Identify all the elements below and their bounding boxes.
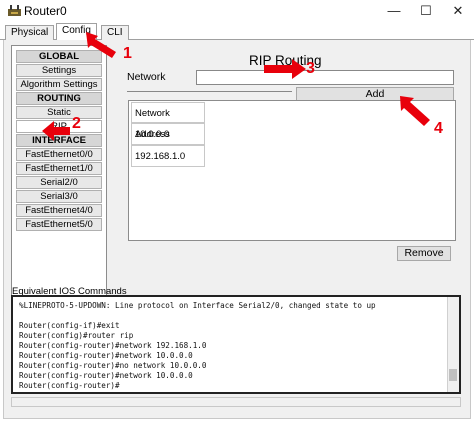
console-scroll-thumb[interactable] — [449, 369, 457, 381]
console-line: Router(config)#router rip — [19, 331, 134, 340]
close-button[interactable]: ✕ — [442, 0, 474, 22]
tab-physical[interactable]: Physical — [5, 25, 55, 40]
step-1-number: 1 — [123, 45, 132, 62]
console-line: %LINEPROTO-5-UPDOWN: Line protocol on In… — [19, 301, 376, 310]
sidebar-item-fastethernet1-0[interactable]: FastEthernet1/0 — [16, 162, 102, 175]
minimize-button[interactable]: — — [378, 0, 410, 22]
sidebar-item-settings[interactable]: Settings — [16, 64, 102, 77]
step-3-arrow — [264, 59, 306, 79]
router-app-icon — [8, 5, 21, 16]
sidebar-item-serial2-0[interactable]: Serial2/0 — [16, 176, 102, 189]
console-line: Router(config-router)# — [19, 381, 120, 390]
network-input[interactable] — [196, 70, 454, 85]
step-2-arrow — [42, 121, 70, 141]
title-bar: Router0 — ☐ ✕ — [0, 0, 474, 22]
sidebar-header-routing: ROUTING — [16, 92, 102, 105]
bottom-strip — [11, 397, 461, 407]
sidebar-item-serial3-0[interactable]: Serial3/0 — [16, 190, 102, 203]
sidebar-item-fastethernet5-0[interactable]: FastEthernet5/0 — [16, 218, 102, 231]
network-label: Network — [127, 71, 166, 83]
network-address-row[interactable]: 10.0.0.0 — [131, 123, 205, 145]
console-line: Router(config-router)#network 10.0.0.0 — [19, 371, 193, 380]
sidebar-item-static[interactable]: Static — [16, 106, 102, 119]
ios-commands-console[interactable]: %LINEPROTO-5-UPDOWN: Line protocol on In… — [11, 295, 461, 394]
console-line: Router(config-router)#network 10.0.0.0 — [19, 351, 193, 360]
remove-button[interactable]: Remove — [397, 246, 451, 261]
console-line: Router(config-router)#no network 10.0.0.… — [19, 361, 207, 370]
console-line: Router(config-if)#exit — [19, 321, 120, 330]
step-4-arrow — [400, 96, 430, 126]
tab-bar: Physical Config CLI — [0, 23, 474, 41]
window-title: Router0 — [24, 4, 67, 18]
step-2-number: 2 — [72, 115, 81, 132]
sidebar-item-fastethernet4-0[interactable]: FastEthernet4/0 — [16, 204, 102, 217]
console-scrollbar[interactable] — [447, 297, 459, 392]
console-line: Router(config-router)#network 192.168.1.… — [19, 341, 207, 350]
step-4-number: 4 — [434, 120, 443, 137]
network-divider — [127, 91, 292, 92]
maximize-button[interactable]: ☐ — [410, 0, 442, 22]
config-sidebar: GLOBAL Settings Algorithm Settings ROUTI… — [11, 45, 107, 308]
step-1-arrow — [86, 32, 116, 58]
sidebar-item-fastethernet0-0[interactable]: FastEthernet0/0 — [16, 148, 102, 161]
sidebar-item-algorithm-settings[interactable]: Algorithm Settings — [16, 78, 102, 91]
network-address-row[interactable]: 192.168.1.0 — [131, 145, 205, 167]
network-address-header: Network Address — [131, 102, 205, 140]
step-3-number: 3 — [306, 60, 315, 77]
